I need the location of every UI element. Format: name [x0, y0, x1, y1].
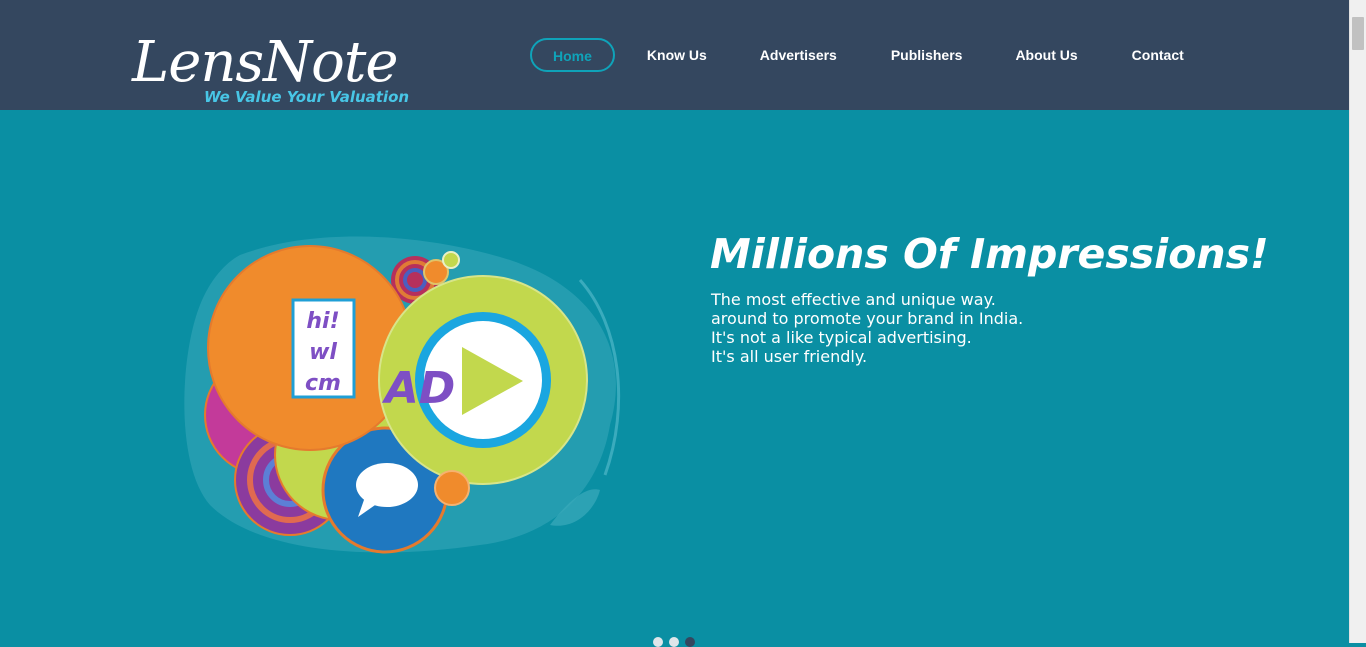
hero-line: It's all user friendly.	[711, 347, 868, 366]
nav-about-us[interactable]: About Us	[1015, 47, 1077, 63]
card-line-3: cm	[305, 371, 341, 396]
hero-line: It's not a like typical advertising.	[711, 328, 972, 347]
slider-dots	[653, 637, 695, 647]
nav-publishers[interactable]: Publishers	[891, 47, 963, 63]
nav-know-us[interactable]: Know Us	[647, 47, 707, 63]
nav-contact[interactable]: Contact	[1132, 47, 1184, 63]
play-circle: AD	[378, 275, 588, 485]
card-line-2: wl	[309, 340, 337, 365]
slider-dot[interactable]	[669, 637, 679, 647]
slider-dot[interactable]	[653, 637, 663, 647]
logo[interactable]: LensNote We Value Your Valuation	[132, 28, 432, 112]
hero-line: around to promote your brand in India.	[711, 309, 1024, 328]
ad-text: AD	[382, 363, 456, 414]
hero-title: Millions Of Impressions!	[710, 230, 1269, 278]
scrollbar-thumb[interactable]	[1352, 17, 1364, 50]
card-line-1: hi!	[306, 309, 339, 334]
site-header: LensNote We Value Your Valuation Home Kn…	[0, 0, 1349, 110]
hero-description: The most effective and unique way. aroun…	[711, 290, 1023, 366]
orange-circle: hi! wl cm	[207, 245, 413, 451]
logo-tagline: We Value Your Valuation	[204, 88, 410, 106]
hero-line: The most effective and unique way.	[711, 290, 996, 309]
slider-dot-active[interactable]	[685, 637, 695, 647]
hero-illustration: hi! wl cm AD	[184, 236, 621, 554]
nav-home[interactable]: Home	[530, 38, 615, 72]
nav-advertisers[interactable]: Advertisers	[760, 47, 837, 63]
main-nav: Home Know Us Advertisers Publishers Abou…	[530, 38, 1184, 72]
page-scrollbar[interactable]	[1349, 0, 1366, 643]
